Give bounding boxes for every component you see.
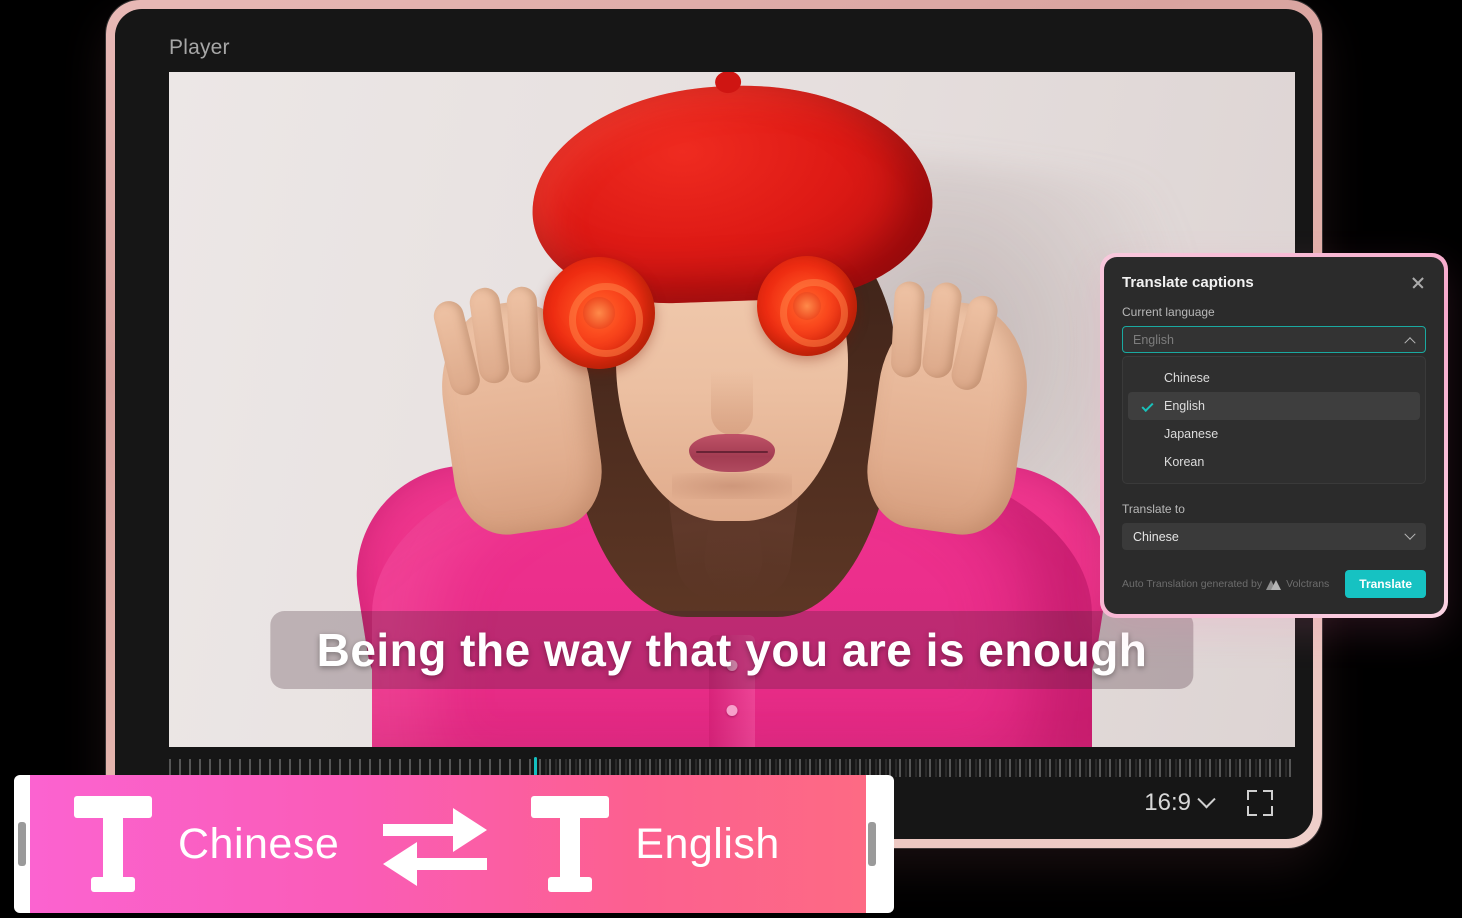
fullscreen-corner	[1263, 790, 1273, 800]
translate-to-value: Chinese	[1133, 530, 1179, 544]
resize-handle-left-icon[interactable]	[18, 822, 26, 866]
language-option-chinese[interactable]: Chinese	[1128, 364, 1420, 392]
source-language-group: Chinese	[74, 796, 339, 892]
resize-handle-right-icon[interactable]	[868, 822, 876, 866]
current-language-options-list: Chinese English Japanese Korean	[1122, 356, 1426, 484]
language-swap-banner-container: Chinese English	[14, 775, 894, 913]
language-option-korean[interactable]: Korean	[1128, 448, 1420, 476]
photo-rose-right	[757, 256, 857, 356]
chevron-down-icon	[1197, 790, 1215, 808]
t-icon-foot	[91, 877, 135, 892]
fullscreen-corner	[1247, 790, 1257, 800]
source-language-label: Chinese	[178, 820, 339, 869]
dialog-header: Translate captions	[1122, 274, 1426, 291]
fullscreen-corner	[1263, 806, 1273, 816]
check-icon	[1141, 400, 1153, 412]
auto-translation-credit: Auto Translation generated by Volctrans	[1122, 578, 1329, 590]
photo-lips	[689, 434, 775, 472]
photo-finger	[506, 285, 541, 382]
dialog-title: Translate captions	[1122, 274, 1254, 291]
close-icon[interactable]	[1410, 275, 1426, 291]
dialog-spacer	[1122, 484, 1426, 502]
language-option-label: Japanese	[1164, 427, 1218, 441]
language-option-japanese[interactable]: Japanese	[1128, 420, 1420, 448]
dialog-footer: Auto Translation generated by Volctrans …	[1122, 570, 1426, 598]
caption-text: Being the way that you are is enough	[294, 623, 1169, 677]
aspect-ratio-dropdown[interactable]: 16:9	[1144, 789, 1213, 817]
credit-text: Auto Translation generated by	[1122, 578, 1262, 590]
t-icon-foot	[548, 877, 592, 892]
swap-arrows-icon[interactable]	[375, 796, 495, 892]
language-option-label: Chinese	[1164, 371, 1210, 385]
language-option-label: Korean	[1164, 455, 1204, 469]
photo-finger	[890, 280, 925, 377]
language-swap-banner[interactable]: Chinese English	[30, 775, 866, 913]
caption-overlay: Being the way that you are is enough	[270, 611, 1193, 689]
translate-to-select[interactable]: Chinese	[1122, 523, 1426, 550]
translate-to-label: Translate to	[1122, 502, 1426, 516]
photo-rose-left	[543, 257, 655, 369]
current-language-select[interactable]: English	[1122, 326, 1426, 353]
language-option-label: English	[1164, 399, 1205, 413]
page-title: Player	[169, 36, 230, 60]
target-language-label: English	[635, 820, 780, 869]
translate-captions-dialog: Translate captions Current language Engl…	[1104, 257, 1444, 614]
fullscreen-icon[interactable]	[1247, 790, 1273, 816]
text-t-icon	[74, 796, 152, 892]
text-t-icon	[531, 796, 609, 892]
chevron-down-icon	[1404, 528, 1415, 539]
language-option-english[interactable]: English	[1128, 392, 1420, 420]
photo-chin-shadow	[672, 473, 792, 499]
current-language-value: English	[1133, 333, 1174, 347]
fullscreen-corner	[1247, 806, 1257, 816]
screenshot-root: Player	[0, 0, 1462, 918]
volctrans-logo-icon	[1267, 579, 1281, 590]
photo-nose	[711, 371, 753, 435]
chevron-up-icon	[1404, 337, 1415, 348]
timeline-playhead[interactable]	[534, 757, 537, 777]
photo-button	[727, 705, 738, 716]
translate-captions-dialog-frame: Translate captions Current language Engl…	[1100, 253, 1448, 618]
current-language-label: Current language	[1122, 305, 1426, 319]
player-controls: 16:9	[1144, 789, 1273, 817]
credit-brand: Volctrans	[1286, 578, 1329, 590]
target-language-group: English	[531, 796, 780, 892]
aspect-ratio-value: 16:9	[1144, 789, 1191, 817]
translate-button[interactable]: Translate	[1345, 570, 1426, 598]
